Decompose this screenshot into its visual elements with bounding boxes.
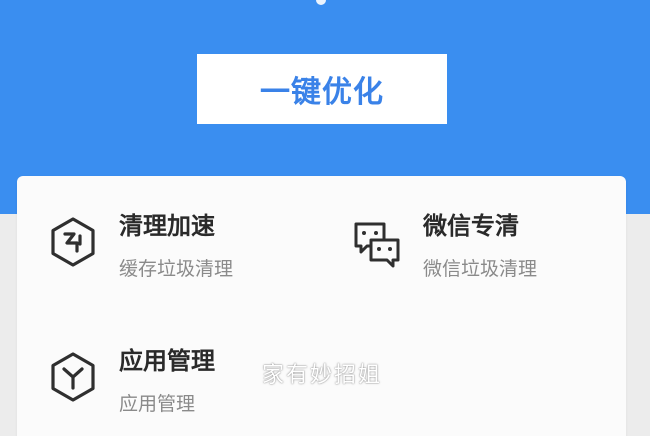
feature-subtitle: 微信垃圾清理 xyxy=(423,258,538,280)
cleanup-hexagon-icon xyxy=(51,217,95,267)
one-key-optimize-button[interactable]: 一键优化 xyxy=(197,54,447,124)
feature-card: 清理加速 缓存垃圾清理 微信专清 微信垃圾清理 应用管理 应用管理 xyxy=(17,176,626,436)
feature-title: 微信专清 xyxy=(423,212,519,240)
watermark-text: 家有妙招姐 xyxy=(262,363,383,388)
feature-clean-speedup[interactable]: 清理加速 缓存垃圾清理 xyxy=(47,206,327,286)
wechat-chat-icon xyxy=(354,222,400,268)
feature-title: 清理加速 xyxy=(119,212,215,240)
feature-title: 应用管理 xyxy=(119,347,215,375)
feature-subtitle: 缓存垃圾清理 xyxy=(119,258,234,280)
header-indicator xyxy=(316,0,326,5)
feature-subtitle: 应用管理 xyxy=(119,393,196,415)
feature-wechat-clean[interactable]: 微信专清 微信垃圾清理 xyxy=(351,206,611,286)
app-hexagon-icon xyxy=(51,352,95,402)
